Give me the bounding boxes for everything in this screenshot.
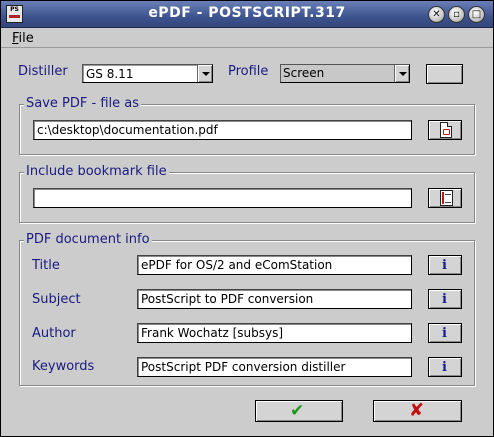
distiller-label: Distiller <box>18 64 68 79</box>
distiller-dropdown-arrow-icon[interactable] <box>197 65 212 82</box>
title-value: ePDF for OS/2 and eComStation <box>141 258 333 272</box>
author-label: Author <box>32 326 76 341</box>
keywords-input[interactable]: PostScript PDF conversion distiller <box>137 357 412 377</box>
doc-info-group-title: PDF document info <box>24 232 152 247</box>
keywords-value: PostScript PDF conversion distiller <box>141 360 346 374</box>
minimize-icon: ✕ <box>432 9 441 20</box>
title-bar[interactable]: PS ePDF - POSTSCRIPT.317 ✕ ▫ □ <box>1 1 493 28</box>
save-pdf-path-input[interactable]: c:\desktop\documentation.pdf <box>33 120 412 140</box>
minimize-button[interactable]: ✕ <box>428 6 445 23</box>
ok-button[interactable]: ✔ <box>255 400 343 422</box>
author-value: Frank Wochatz [subsys] <box>141 326 284 340</box>
menu-file[interactable]: File <box>12 31 34 46</box>
profile-value: Screen <box>281 65 394 82</box>
browse-pdf-button[interactable] <box>428 120 462 140</box>
bookmark-file-input[interactable] <box>33 188 412 208</box>
bookmark-file-icon <box>440 190 453 206</box>
distiller-select[interactable]: GS 8.11 <box>82 64 213 83</box>
pdf-file-icon <box>440 122 452 138</box>
info-icon: i <box>442 360 447 375</box>
info-icon: i <box>442 258 447 273</box>
cancel-x-icon: ✘ <box>409 400 425 421</box>
subject-value: PostScript to PDF conversion <box>141 292 314 306</box>
subject-label: Subject <box>32 292 81 307</box>
author-input[interactable]: Frank Wochatz [subsys] <box>137 323 412 343</box>
distiller-value: GS 8.11 <box>86 67 134 81</box>
keywords-label: Keywords <box>32 359 95 374</box>
subject-input[interactable]: PostScript to PDF conversion <box>137 289 412 309</box>
epdf-window: PS ePDF - POSTSCRIPT.317 ✕ ▫ □ File Dist… <box>0 0 494 437</box>
browse-bookmark-button[interactable] <box>428 188 462 208</box>
restore-button[interactable]: ▫ <box>448 6 465 23</box>
menu-bar: File <box>1 29 493 48</box>
profile-settings-button[interactable] <box>426 64 463 84</box>
title-input[interactable]: ePDF for OS/2 and eComStation <box>137 255 412 275</box>
subject-info-button[interactable]: i <box>428 289 462 309</box>
profile-select[interactable]: Screen <box>280 64 410 83</box>
keywords-info-button[interactable]: i <box>428 357 462 377</box>
save-pdf-group-title: Save PDF - file as <box>24 96 141 111</box>
author-info-button[interactable]: i <box>428 323 462 343</box>
save-pdf-path-value: c:\desktop\documentation.pdf <box>37 123 218 137</box>
restore-icon: ▫ <box>453 9 460 20</box>
profile-dropdown-arrow-icon[interactable] <box>394 65 409 82</box>
info-icon: i <box>442 326 447 341</box>
bookmark-group-title: Include bookmark file <box>24 164 169 179</box>
menu-file-rest: ile <box>18 31 34 46</box>
maximize-icon: □ <box>471 9 482 20</box>
title-label: Title <box>32 258 60 273</box>
cancel-button[interactable]: ✘ <box>373 400 462 422</box>
profile-label: Profile <box>228 64 269 79</box>
info-icon: i <box>442 292 447 307</box>
window-title: ePDF - POSTSCRIPT.317 <box>148 5 346 21</box>
title-info-button[interactable]: i <box>428 255 462 275</box>
maximize-button[interactable]: □ <box>468 6 485 23</box>
checkmark-icon: ✔ <box>290 401 305 421</box>
